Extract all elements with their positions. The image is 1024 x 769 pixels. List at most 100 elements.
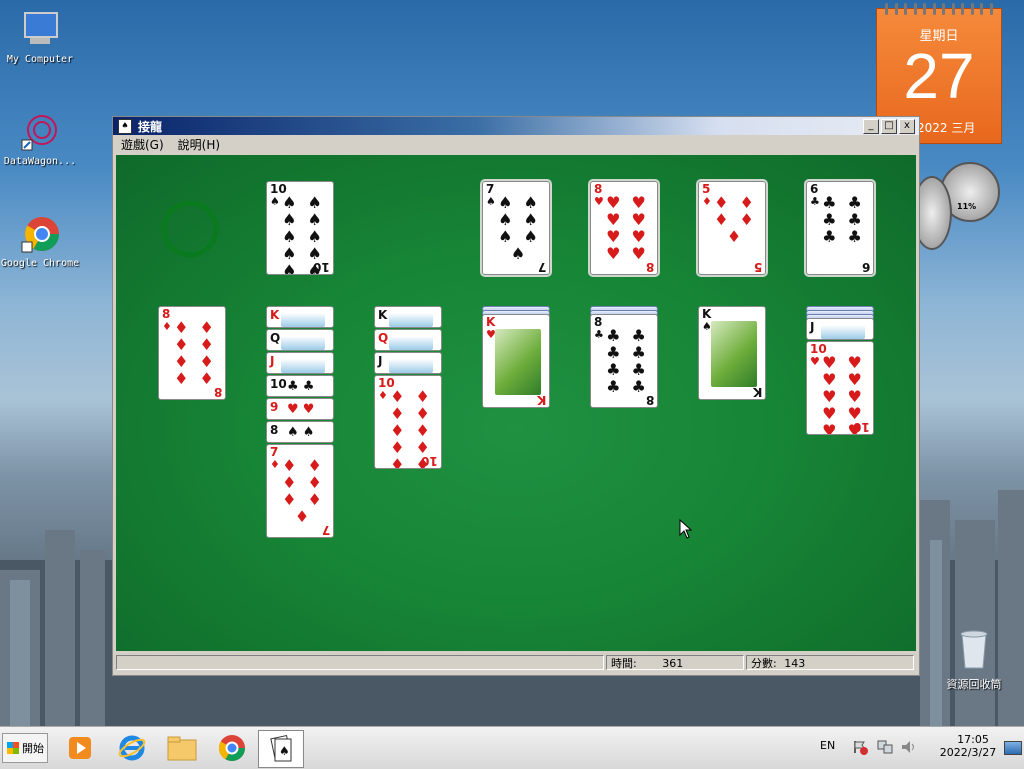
- card-suit: ♠: [270, 195, 280, 208]
- status-bar: 時間: 361 分數: 143: [116, 654, 916, 672]
- card-face-art: [281, 336, 325, 350]
- start-label: 開始: [22, 742, 44, 755]
- recycle-bin-icon: [954, 626, 994, 672]
- tableau-card[interactable]: 7 ♦ ♦ ♦ ♦ ♦ ♦ ♦ ♦ 7: [266, 444, 334, 538]
- card-rank: J: [270, 354, 275, 368]
- foundation-card[interactable]: 7 ♠ ♠ ♠ ♠ ♠ ♠ ♠ ♠ 7: [482, 181, 550, 275]
- card-suit: ♥: [594, 195, 604, 208]
- tableau-card[interactable]: Q: [266, 329, 334, 351]
- window-titlebar[interactable]: ♠ 接龍 _ □ x: [113, 117, 919, 135]
- card-rank-corner: 8: [213, 385, 222, 399]
- card-rank: 7: [270, 445, 279, 459]
- network-icon[interactable]: [876, 739, 894, 758]
- foundation-card[interactable]: 8 ♥ ♥ ♥ ♥ ♥ ♥ ♥ ♥ ♥ 8: [590, 181, 658, 275]
- svg-text:♠: ♠: [279, 744, 290, 758]
- card-rank: J: [378, 354, 383, 368]
- card-pips: ♦ ♦ ♦ ♦ ♦: [714, 193, 754, 246]
- foundation-card[interactable]: 6 ♣ ♣ ♣ ♣ ♣ ♣ ♣ 6: [806, 181, 874, 275]
- tableau-card[interactable]: 9 ♥ ♥: [266, 398, 334, 420]
- card-face-art: [281, 313, 325, 327]
- tableau-card[interactable]: J: [806, 318, 874, 340]
- desktop-icon-label: DataWagon...: [3, 156, 77, 167]
- tableau-card[interactable]: Q: [374, 329, 442, 351]
- menu-help[interactable]: 說明(H): [170, 136, 226, 153]
- tableau-card[interactable]: J: [374, 352, 442, 374]
- tableau-card[interactable]: K ♥ K: [482, 314, 550, 408]
- windows-logo-icon: [7, 742, 19, 754]
- volume-icon[interactable]: [900, 739, 918, 758]
- taskbar-explorer[interactable]: [160, 730, 204, 766]
- waste-card[interactable]: 10 ♠ ♠ ♠ ♠ ♠ ♠ ♠ ♠ ♠ ♠ ♠ 10: [266, 181, 334, 275]
- tableau-card[interactable]: 10 ♦ ♦ ♦ ♦ ♦ ♦ ♦ ♦ ♦ ♦ ♦ 10: [374, 375, 442, 469]
- card-suit: ♥: [810, 355, 820, 368]
- card-rank: K: [378, 308, 388, 322]
- start-button[interactable]: 開始: [2, 733, 48, 763]
- card-pips: ♠ ♠ ♠ ♠ ♠ ♠ ♠ ♠ ♠ ♠: [282, 193, 322, 275]
- internet-explorer-icon: [118, 735, 146, 761]
- tableau-card[interactable]: K: [374, 306, 442, 328]
- desktop-icon-recycle-bin[interactable]: 資源回收筒: [934, 626, 1014, 692]
- action-center-icon[interactable]: [852, 739, 868, 758]
- tableau-card[interactable]: 8 ♦ ♦ ♦ ♦ ♦ ♦ ♦ ♦ ♦ 8: [158, 306, 226, 400]
- tableau-card[interactable]: J: [266, 352, 334, 374]
- tableau-card[interactable]: 10 ♥ ♥ ♥ ♥ ♥ ♥ ♥ ♥ ♥ ♥ ♥ 10: [806, 341, 874, 435]
- card-rank-corner: 10: [853, 420, 870, 434]
- score-label: 分數:: [751, 657, 777, 670]
- tableau-card[interactable]: K ♠ K: [698, 306, 766, 400]
- card-suit: ♠ ♠: [287, 425, 315, 440]
- chrome-icon: [20, 214, 60, 254]
- stock-pile-empty[interactable]: [160, 199, 220, 259]
- taskbar-ie[interactable]: [110, 730, 154, 766]
- foundation-card[interactable]: 5 ♦ ♦ ♦ ♦ ♦ ♦ 5: [698, 181, 766, 275]
- desktop-icon-my-computer[interactable]: My Computer: [0, 10, 80, 65]
- clock[interactable]: 17:05 2022/3/27: [940, 733, 998, 759]
- status-score: 分數: 143: [746, 655, 914, 670]
- maximize-button[interactable]: □: [881, 118, 897, 134]
- desktop-icon-label: 資源回收筒: [946, 678, 1002, 691]
- menu-game[interactable]: 遊戲(G): [113, 136, 170, 153]
- media-player-icon: [69, 737, 91, 759]
- card-suit: ♥ ♥: [287, 402, 315, 417]
- minimize-button[interactable]: _: [863, 118, 879, 134]
- window-title: 接龍: [138, 119, 163, 134]
- card-pips: ♣ ♣ ♣ ♣ ♣ ♣ ♣ ♣: [606, 326, 646, 396]
- clock-time: 17:05: [957, 733, 989, 746]
- calendar-day: 27: [903, 40, 975, 112]
- status-time: 時間: 361: [606, 655, 744, 670]
- recycle-circle-icon: [161, 200, 219, 258]
- tableau-card[interactable]: 8 ♣ ♣ ♣ ♣ ♣ ♣ ♣ ♣ ♣ 8: [590, 314, 658, 408]
- card-rank: 8: [162, 307, 171, 321]
- card-rank: 8: [270, 423, 279, 437]
- card-rank: 6: [810, 182, 819, 196]
- time-label: 時間:: [611, 657, 637, 670]
- folder-icon: [167, 736, 197, 761]
- desktop-icon-chrome[interactable]: Google Chrome: [0, 214, 80, 269]
- close-button[interactable]: x: [899, 118, 915, 134]
- card-rank: 7: [486, 182, 495, 196]
- taskbar-media-player[interactable]: [58, 730, 102, 766]
- card-rank: J: [810, 320, 815, 334]
- taskbar-chrome[interactable]: [210, 730, 254, 766]
- card-rank-corner: 8: [645, 260, 654, 274]
- card-rank-corner: 7: [537, 260, 546, 274]
- card-suit: ♣: [810, 195, 820, 208]
- tableau-card[interactable]: K: [266, 306, 334, 328]
- tableau-card[interactable]: 10 ♣ ♣: [266, 375, 334, 397]
- solitaire-app-icon: ♠: [118, 118, 132, 134]
- card-rank-corner: 6: [861, 260, 870, 274]
- menu-bar: 遊戲(G) 說明(H): [113, 135, 919, 153]
- card-face-art: [389, 359, 433, 373]
- tableau-card[interactable]: 8 ♠ ♠: [266, 421, 334, 443]
- card-rank: 8: [594, 315, 603, 329]
- card-pips: ♥ ♥ ♥ ♥ ♥ ♥ ♥ ♥: [606, 193, 646, 263]
- language-indicator[interactable]: EN: [820, 739, 835, 752]
- solitaire-window[interactable]: ♠ 接龍 _ □ x 遊戲(G) 說明(H) 10 ♠ ♠ ♠ ♠ ♠ ♠ ♠ ♠…: [112, 116, 920, 676]
- taskbar-solitaire[interactable]: ♠: [258, 730, 304, 768]
- datawagon-logo-icon: [20, 112, 60, 152]
- card-face-art: [389, 336, 433, 350]
- card-rank-corner: 10: [421, 454, 438, 468]
- status-pane-main: [116, 655, 604, 670]
- desktop-icon-datawagon[interactable]: DataWagon...: [0, 112, 80, 167]
- show-desktop-icon[interactable]: [1004, 741, 1022, 755]
- game-board[interactable]: 10 ♠ ♠ ♠ ♠ ♠ ♠ ♠ ♠ ♠ ♠ ♠ 10 7 ♠ ♠ ♠ ♠ ♠ ♠ ♠ ♠ 7…: [116, 155, 916, 651]
